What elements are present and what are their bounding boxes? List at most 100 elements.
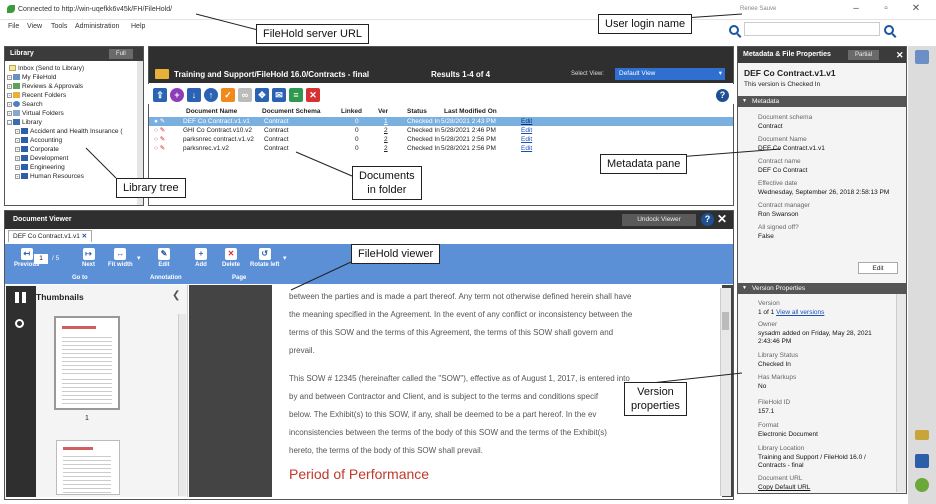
tree-item-engineering[interactable]: + Engineering <box>15 163 65 172</box>
close-tab-icon[interactable]: ✕ <box>82 233 87 240</box>
edit-link[interactable]: Edit <box>521 144 532 153</box>
doc-ver[interactable]: 2 <box>384 135 388 144</box>
version-scrollbar[interactable] <box>896 294 906 492</box>
delete-icon[interactable]: ✕ <box>306 88 320 102</box>
edit-annotation-button[interactable]: ✎ Edit <box>158 248 170 268</box>
page-dropdown-icon[interactable]: ▾ <box>283 254 287 262</box>
tree-item-search[interactable]: + Search <box>7 100 43 109</box>
tree-item-corporate[interactable]: + Corporate <box>15 145 59 154</box>
tag-icon[interactable] <box>915 430 929 440</box>
metadata-edit-button[interactable]: Edit <box>858 262 898 274</box>
tree-item-human-resources[interactable]: + Human Resources <box>15 172 84 181</box>
col-last-modified[interactable]: Last Modified On <box>444 108 497 115</box>
doc-ver[interactable]: 2 <box>384 144 388 153</box>
menu-help[interactable]: Help <box>131 23 145 30</box>
col-status[interactable]: Status <box>407 108 427 115</box>
check-icon[interactable]: ✓ <box>221 88 235 102</box>
tree-item-my-filehold[interactable]: + My FileHold <box>7 73 56 82</box>
next-button[interactable]: ↦ Next <box>82 248 95 268</box>
advanced-search-icon[interactable] <box>884 25 894 35</box>
close-window-icon[interactable]: ✕ <box>906 3 926 14</box>
search-panel-icon[interactable] <box>915 454 929 468</box>
move-icon[interactable]: ✥ <box>255 88 269 102</box>
doc-ver[interactable]: 2 <box>384 126 388 135</box>
tree-item-library[interactable]: – Library <box>7 118 42 127</box>
export-icon[interactable]: ≡ <box>289 88 303 102</box>
col-document-name[interactable]: Document Name <box>186 108 237 115</box>
minimize-icon[interactable]: – <box>846 3 866 14</box>
doc-name[interactable]: DEF Co Contract.v1.v1 <box>183 117 250 126</box>
table-row[interactable]: ● ✎ DEF Co Contract.v1.v1 Contract 0 1 C… <box>149 117 733 126</box>
doc-name[interactable]: parksnrec.v1.v2 <box>183 144 229 153</box>
library-full-button[interactable]: Full <box>109 49 133 59</box>
document-scroll-thumb[interactable] <box>722 312 729 330</box>
upload-icon[interactable]: ↑ <box>204 88 218 102</box>
add-page-button[interactable]: + Add <box>195 248 207 268</box>
table-row[interactable]: ○ ✎ parksnrec contract.v1.v2 Contract 0 … <box>149 135 733 144</box>
add-document-button[interactable]: ⇪ <box>153 88 167 102</box>
link-icon[interactable]: ∞ <box>238 88 252 102</box>
doc-name[interactable]: parksnrec contract.v1.v2 <box>183 135 254 144</box>
table-row[interactable]: ○ ✎ GHI Co Contract.v10.v2 Contract 0 2 … <box>149 126 733 135</box>
doc-name[interactable]: GHI Co Contract.v10.v2 <box>183 126 252 135</box>
username: Renee Sauve <box>740 6 777 12</box>
fit-dropdown-icon[interactable]: ▾ <box>137 254 141 262</box>
version-label: FileHold ID <box>758 399 791 406</box>
add-page-icon: + <box>195 248 207 260</box>
checkin-icon[interactable] <box>915 478 929 492</box>
delete-page-button[interactable]: ✕ Delete <box>222 248 240 268</box>
field-value: Wednesday, September 26, 2018 2:58:13 PM <box>758 189 890 196</box>
grid-icon[interactable] <box>15 292 26 303</box>
add-icon[interactable]: + <box>170 88 184 102</box>
copy-url-link[interactable]: Copy Default URL <box>758 484 810 491</box>
download-icon[interactable]: ↓ <box>187 88 201 102</box>
tree-item-recent-folders[interactable]: + Recent Folders <box>7 91 66 100</box>
col-linked[interactable]: Linked <box>341 108 362 115</box>
rotate-left-button[interactable]: ↺ Rotate left <box>250 248 279 268</box>
version-section-header[interactable]: Version Properties <box>738 283 906 294</box>
tree-item-virtual-folders[interactable]: + Virtual Folders <box>7 109 64 118</box>
version-label: Format <box>758 422 779 429</box>
collapse-thumbnails-icon[interactable]: ❮ <box>172 290 180 301</box>
viewer-help-icon[interactable]: ? <box>701 213 714 226</box>
tree-item-inbox[interactable]: Inbox (Send to Library) <box>9 64 84 73</box>
viewer-close-icon[interactable]: ✕ <box>717 212 727 226</box>
help-icon[interactable]: ? <box>716 89 729 102</box>
library-header: Library Full <box>5 47 143 61</box>
col-document-schema[interactable]: Document Schema <box>262 108 321 115</box>
doc-ver[interactable]: 1 <box>384 117 388 126</box>
maximize-icon[interactable]: ▫ <box>876 3 896 14</box>
right-sidebar <box>908 46 936 504</box>
tree-item-accounting[interactable]: + Accounting <box>15 136 62 145</box>
close-metadata-icon[interactable]: ✕ <box>896 47 904 63</box>
menu-file[interactable]: File <box>8 23 19 30</box>
select-view-dropdown[interactable]: Default View <box>615 68 725 80</box>
search-icon[interactable] <box>15 319 24 328</box>
menu-tools[interactable]: Tools <box>51 23 67 30</box>
viewer-doc-tab[interactable]: DEF Co Contract.v1.v1 ✕ <box>8 230 93 242</box>
email-icon[interactable]: ✉ <box>272 88 286 102</box>
tree-item-development[interactable]: + Development <box>15 154 68 163</box>
metadata-partial-button[interactable]: Partial <box>848 50 880 60</box>
info-icon[interactable] <box>915 50 929 64</box>
table-row[interactable]: ○ ✎ parksnrec.v1.v2 Contract 0 2 Checked… <box>149 144 733 153</box>
metadata-section-header[interactable]: Metadata <box>738 96 906 107</box>
col-ver[interactable]: Ver <box>378 108 388 115</box>
edit-link[interactable]: Edit <box>521 135 532 144</box>
thumbnail-page[interactable] <box>56 440 120 495</box>
fit-width-button[interactable]: ↔ Fit width <box>108 248 133 268</box>
edit-link[interactable]: Edit <box>521 126 532 135</box>
thumbnail-scrollbar[interactable] <box>178 314 186 496</box>
page-number-input[interactable]: 1 <box>34 254 48 264</box>
tree-item-reviews[interactable]: + Reviews & Approvals <box>7 82 83 91</box>
undock-viewer-button[interactable]: Undock Viewer <box>622 214 696 226</box>
tree-item-accident[interactable]: + Accident and Health Insurance ( <box>15 127 123 136</box>
thumbnail-page[interactable] <box>54 316 120 410</box>
menu-view[interactable]: View <box>27 23 42 30</box>
menu-administration[interactable]: Administration <box>75 23 119 30</box>
edit-link[interactable]: Edit <box>521 117 532 126</box>
view-all-versions-link[interactable]: View all versions <box>776 309 824 316</box>
search-input[interactable] <box>744 22 880 36</box>
version-value: No <box>758 383 767 390</box>
search-icon[interactable] <box>729 25 739 35</box>
